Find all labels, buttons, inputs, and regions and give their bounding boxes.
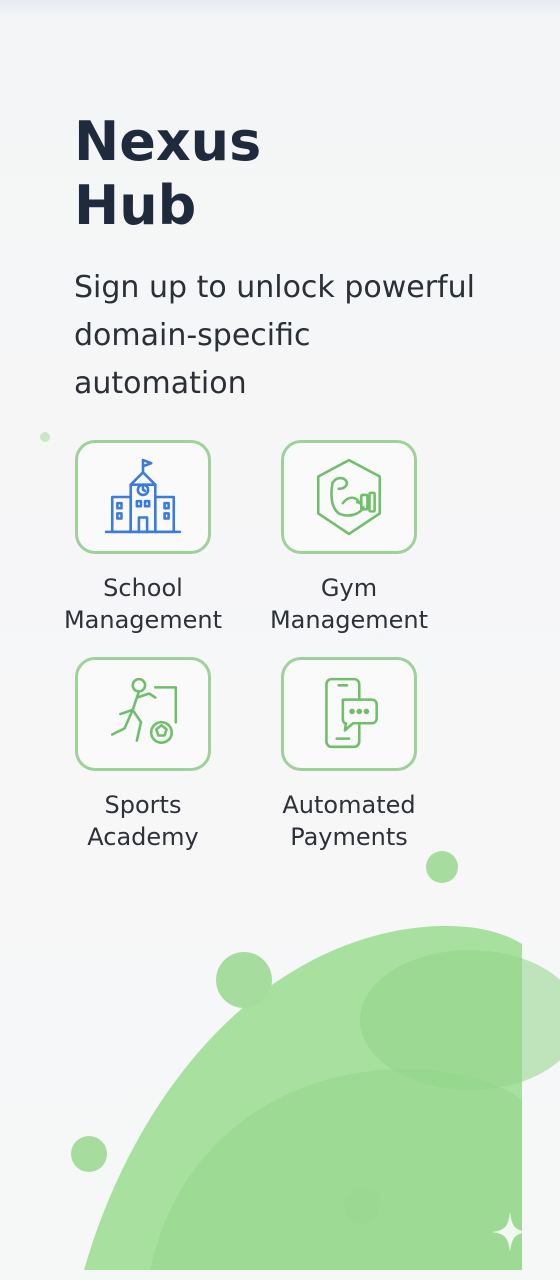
feature-gym-management[interactable]: Gym Management (254, 440, 444, 636)
decor-circle (344, 1188, 380, 1224)
tagline-line: Sign up to unlock powerful (74, 270, 475, 305)
school-building-icon (104, 458, 182, 534)
feature-sports-academy[interactable]: Sports Academy (48, 657, 238, 853)
feature-school-management[interactable]: School Management (48, 440, 238, 636)
app-title: Nexus Hub (74, 110, 374, 238)
soccer-player-icon (110, 677, 178, 744)
feature-label-line: Gym (320, 574, 378, 602)
tagline-line: domain-specific (74, 318, 311, 353)
feature-label-line: School (103, 574, 183, 602)
feature-label-line: Payments (290, 823, 408, 851)
decor-circle (71, 1136, 107, 1172)
decor-circle (426, 851, 458, 883)
sparkle-icon (492, 1212, 528, 1252)
feature-label-line: Academy (87, 823, 199, 851)
decor-circle (216, 952, 272, 1008)
feature-label: Automated Payments (254, 789, 444, 853)
background-blob-shape (84, 925, 560, 1270)
feature-label: School Management (48, 572, 238, 636)
feature-label-line: Automated (282, 791, 416, 819)
feature-automated-payments[interactable]: Automated Payments (254, 657, 444, 853)
feature-label: Gym Management (254, 572, 444, 636)
tagline: Sign up to unlock powerful domain-specif… (74, 264, 494, 408)
feature-tile[interactable] (75, 440, 211, 554)
app-title-line: Nexus (74, 110, 262, 173)
feature-label-line: Sports (104, 791, 182, 819)
phone-chat-icon (325, 677, 378, 749)
tagline-line: automation (74, 366, 247, 401)
app-title-line: Hub (74, 174, 197, 237)
onboarding-screen: Nexus Hub Sign up to unlock powerful dom… (0, 0, 560, 1280)
feature-tile[interactable] (75, 657, 211, 771)
feature-label-line: Management (63, 606, 223, 634)
feature-label: Sports Academy (48, 789, 238, 853)
status-bar-area (0, 0, 560, 16)
feature-tile[interactable] (281, 440, 417, 554)
feature-label-line: Management (269, 606, 429, 634)
flexed-arm-icon (316, 458, 382, 536)
feature-tile[interactable] (281, 657, 417, 771)
